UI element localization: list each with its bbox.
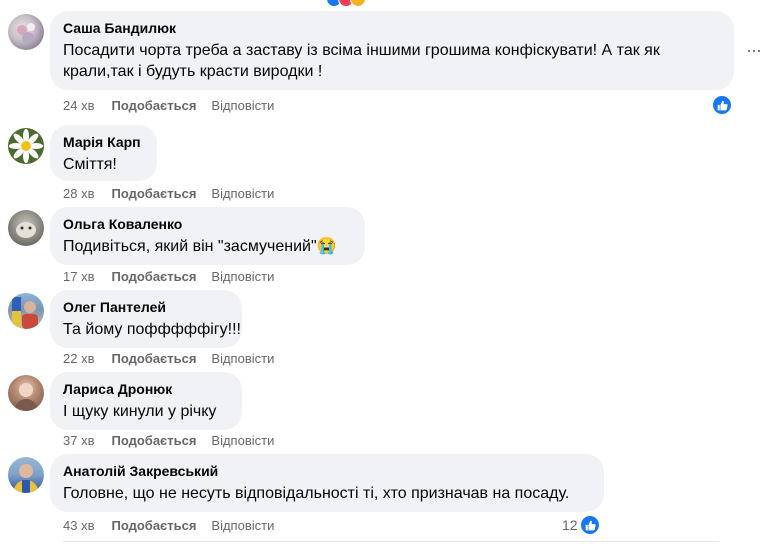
reaction-count[interactable]: 12: [562, 517, 578, 533]
reply-button[interactable]: Відповісти: [211, 98, 274, 113]
like-button[interactable]: Подобається: [111, 351, 196, 366]
previous-comment-reactions-strip: ·: [0, 0, 764, 6]
comment-actions: 28 хв Подобається Відповісти: [63, 186, 274, 201]
comment-text-line: Подивіться, який він "засмучений"😭: [63, 238, 337, 255]
reply-button[interactable]: Відповісти: [211, 518, 274, 533]
comment-text-line: Посадити чорта треба а заставу із всіма …: [63, 42, 660, 59]
avatar-image-icon: [17, 23, 35, 44]
avatar[interactable]: [8, 128, 44, 164]
comment-time[interactable]: 24 хв: [63, 98, 94, 113]
like-button[interactable]: Подобається: [111, 518, 196, 533]
comment-text-line: Головне, що не несуть відповідальності т…: [63, 485, 570, 502]
comment-bubble: Ольга Коваленко Подивіться, який він "за…: [50, 207, 365, 265]
like-icon[interactable]: [712, 95, 732, 115]
comment-time[interactable]: 43 хв: [63, 518, 94, 533]
like-button[interactable]: Подобається: [111, 98, 196, 113]
comment-author[interactable]: Ольга Коваленко: [63, 215, 353, 233]
like-button[interactable]: Подобається: [111, 269, 196, 284]
comment-time[interactable]: 17 хв: [63, 269, 94, 284]
like-button[interactable]: Подобається: [111, 186, 196, 201]
person-avatar-icon: [13, 464, 39, 493]
like-icon[interactable]: [580, 515, 600, 535]
avatar[interactable]: [8, 457, 44, 493]
ellipsis-icon: ·: [114, 0, 119, 6]
haha-reaction-icon: [350, 0, 366, 6]
comment-text-line: Та йому пофффффігу!!!: [63, 321, 241, 338]
person-avatar-icon: [14, 383, 38, 411]
like-button[interactable]: Подобається: [111, 433, 196, 448]
comment-actions: 17 хв Подобається Відповісти: [63, 269, 274, 284]
comment-author[interactable]: Лариса Дронюк: [63, 380, 230, 398]
comment-bubble: Саша Бандилюк Посадити чорта треба а зас…: [50, 11, 734, 90]
more-options-button[interactable]: ···: [746, 41, 762, 59]
comment-time[interactable]: 37 хв: [63, 433, 94, 448]
reply-button[interactable]: Відповісти: [211, 186, 274, 201]
comment-bubble: Анатолій Закревський Головне, що не несу…: [50, 454, 604, 512]
avatar[interactable]: [8, 375, 44, 411]
comment-bubble: Марія Карп Сміття!: [50, 125, 157, 181]
comment-text-line: Сміття!: [63, 156, 117, 173]
avatar[interactable]: [8, 14, 44, 50]
reply-button[interactable]: Відповісти: [211, 269, 274, 284]
comment-bubble: Лариса Дронюк І щуку кинули у річку: [50, 372, 242, 430]
comment-actions: 22 хв Подобається Відповісти: [63, 351, 274, 366]
comment-time[interactable]: 22 хв: [63, 351, 94, 366]
comment-author[interactable]: Анатолій Закревський: [63, 462, 592, 480]
comment-author[interactable]: Олег Пантелей: [63, 298, 230, 316]
comment-author[interactable]: Саша Бандилюк: [63, 19, 722, 37]
daisy-avatar-icon: [9, 129, 43, 163]
comment-text-line: крали,так і будуть красти виродки !: [63, 63, 323, 80]
comment-bubble: Олег Пантелей Та йому пофффффігу!!!: [50, 290, 242, 348]
avatar[interactable]: [8, 293, 44, 329]
comment-actions: 37 хв Подобається Відповісти: [63, 433, 274, 448]
comment-time[interactable]: 28 хв: [63, 186, 94, 201]
reply-button[interactable]: Відповісти: [211, 433, 274, 448]
comment-actions: 43 хв Подобається Відповісти: [63, 518, 274, 533]
comment-actions: 24 хв Подобається Відповісти: [63, 98, 274, 113]
reactions-summary-icons[interactable]: [326, 0, 382, 6]
cat-avatar-icon: [16, 222, 36, 238]
comment-text-line: І щуку кинули у річку: [63, 403, 217, 420]
person-avatar-icon: [12, 297, 38, 329]
avatar[interactable]: [8, 210, 44, 246]
comment-author[interactable]: Марія Карп: [63, 133, 145, 151]
reply-button[interactable]: Відповісти: [211, 351, 274, 366]
divider: [63, 541, 719, 542]
